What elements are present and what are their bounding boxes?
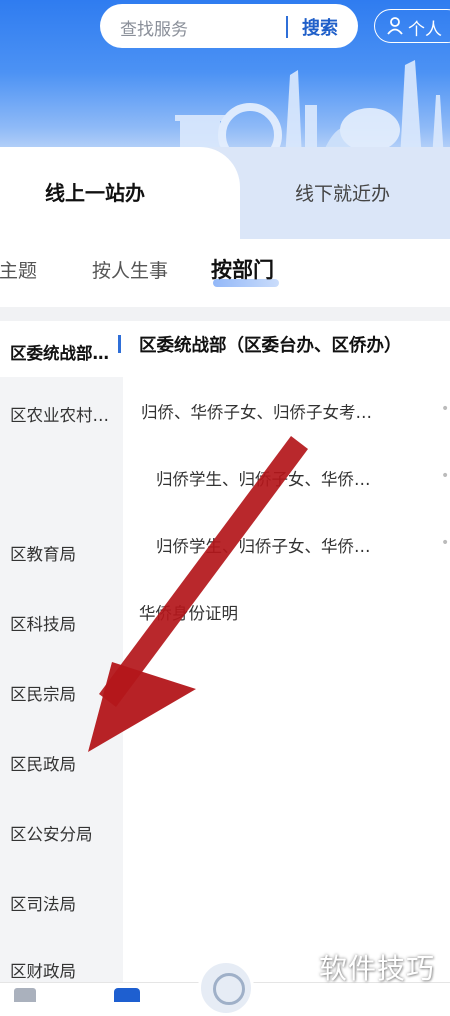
dept-item-label: 区司法局: [10, 895, 76, 914]
more-dot-icon: •: [441, 401, 450, 417]
logo-icon: [213, 973, 245, 1005]
sub-tabs: 按主题 按人生事 按部门: [0, 239, 450, 307]
search-input[interactable]: 查找服务: [120, 15, 188, 40]
dept-item-label: 区委统战部…: [10, 344, 109, 363]
dept-item-label: 区财政局: [10, 962, 76, 981]
search-divider: [286, 16, 288, 38]
dept-item-education[interactable]: 区教育局: [0, 522, 123, 582]
center-action-button[interactable]: [198, 960, 254, 1016]
user-icon: [387, 17, 403, 35]
city-skyline-illustration: [175, 60, 444, 160]
more-dot-icon: •: [441, 535, 450, 551]
department-services: 区委统战部（区委台办、区侨办） 归侨、华侨子女、归侨子女考… • 归侨学生、归侨…: [123, 321, 450, 1001]
search-button[interactable]: 搜索: [302, 14, 338, 40]
search-bar[interactable]: 查找服务 搜索: [100, 4, 358, 48]
personal-center-label: 个人: [408, 20, 442, 40]
tab-offline[interactable]: 线下就近办: [295, 179, 390, 206]
dept-item-label: 区民政局: [10, 755, 76, 774]
department-list: 区委统战部… 区农业农村… 区教育局 区科技局 区民宗局 区民政局 区公安分局 …: [0, 321, 123, 1001]
dept-item-agriculture[interactable]: 区农业农村…: [0, 383, 123, 443]
department-title: 区委统战部（区委台办、区侨办）: [139, 336, 402, 356]
subtab-by-theme[interactable]: 按主题: [0, 256, 37, 283]
dept-item-science[interactable]: 区科技局: [0, 592, 123, 652]
dept-item-ethnic-religious[interactable]: 区民宗局: [0, 662, 123, 722]
section-divider: [0, 307, 450, 321]
dept-item-label: 区民宗局: [10, 685, 76, 704]
header-banner: 查找服务 搜索 个人: [0, 0, 450, 160]
dept-item-justice[interactable]: 区司法局: [0, 872, 123, 932]
service-item[interactable]: 归侨学生、归侨子女、华侨…: [156, 466, 371, 490]
dept-item-label: 区公安分局: [10, 825, 93, 844]
more-dot-icon: •: [441, 468, 450, 484]
dept-item-label: 区教育局: [10, 545, 76, 564]
dept-item-label: 区科技局: [10, 615, 76, 634]
tab-online-label: 线上一站办: [45, 181, 145, 205]
active-dept-indicator: [118, 335, 121, 353]
home-icon[interactable]: [14, 988, 36, 1002]
main-tabs: 线上一站办 线下就近办: [0, 147, 450, 239]
tab-online[interactable]: 线上一站办: [0, 147, 240, 239]
services-icon[interactable]: [114, 988, 140, 1002]
service-item[interactable]: 华侨身份证明: [139, 600, 238, 624]
service-item[interactable]: 归侨、华侨子女、归侨子女考…: [141, 399, 372, 423]
dept-item-united-front[interactable]: 区委统战部…: [0, 321, 123, 377]
dept-item-label: 区农业农村…: [10, 406, 109, 425]
watermark-text: 软件技巧: [319, 952, 436, 985]
subtab-by-department[interactable]: 按部门: [211, 254, 274, 284]
subtab-by-life-event[interactable]: 按人生事: [92, 256, 168, 283]
dept-item-public-security[interactable]: 区公安分局: [0, 802, 123, 862]
personal-center-button[interactable]: 个人: [374, 9, 450, 43]
service-item[interactable]: 归侨学生、归侨子女、华侨…: [156, 533, 371, 557]
dept-item-civil-affairs[interactable]: 区民政局: [0, 732, 123, 792]
